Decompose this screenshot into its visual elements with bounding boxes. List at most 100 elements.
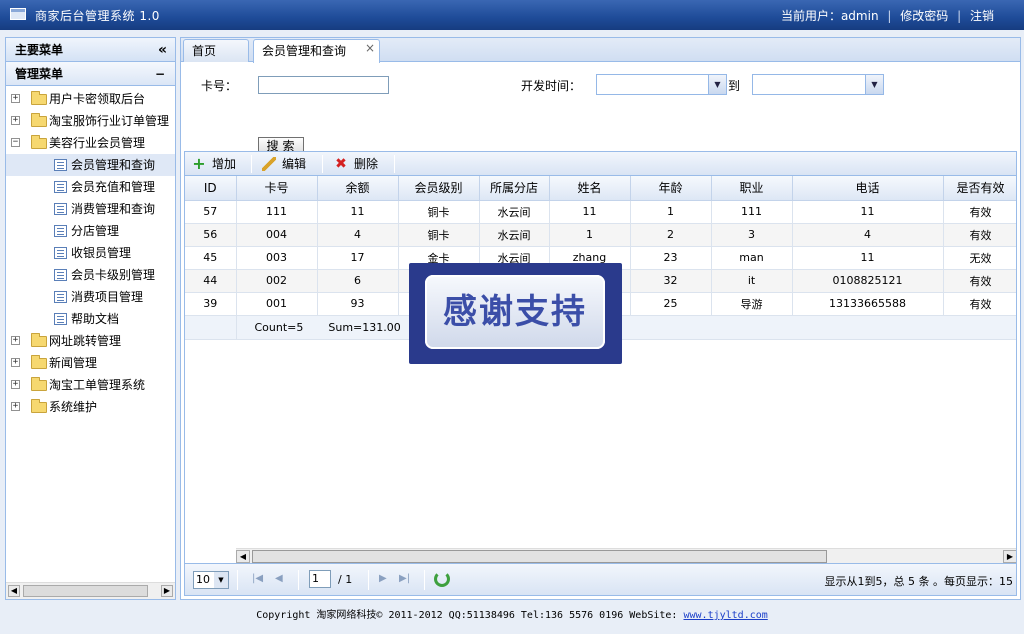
collapse-icon[interactable]: « (158, 38, 167, 62)
chevron-down-icon[interactable]: ▼ (865, 75, 883, 94)
tab-member-query[interactable]: 会员管理和查询 × (253, 39, 380, 63)
summary-spacer (185, 315, 237, 340)
document-icon (54, 203, 67, 215)
scroll-thumb[interactable] (23, 585, 148, 597)
table-row[interactable]: 56 004 4 铜卡 水云间 1 2 3 4 有效 (185, 223, 1016, 247)
tree-node-label: 美容行业会员管理 (49, 136, 146, 150)
table-cell: 003 (236, 246, 318, 270)
tree-node-user-card[interactable]: + 用户卡密领取后台 (6, 88, 175, 110)
card-number-input[interactable] (258, 76, 389, 94)
first-page-icon[interactable]: |◀ (252, 573, 263, 584)
start-date-combo[interactable]: ▼ (596, 74, 727, 95)
close-icon[interactable]: × (365, 37, 375, 59)
table-cell: 111 (711, 200, 793, 224)
expand-icon[interactable]: + (11, 358, 20, 367)
minus-icon[interactable]: − (155, 62, 165, 86)
add-button[interactable]: + 增加 (192, 156, 236, 172)
prev-page-icon[interactable]: ◀ (275, 573, 283, 584)
refresh-icon[interactable] (434, 571, 450, 587)
expand-icon[interactable]: + (11, 380, 20, 389)
manage-menu-header[interactable]: 管理菜单 − (6, 62, 175, 86)
sidebar-item-member-recharge[interactable]: 会员充值和管理 (6, 176, 175, 198)
sidebar-item-label: 收银员管理 (71, 246, 132, 260)
total-pages: / 1 (338, 573, 353, 586)
page-size-select[interactable]: 10 ▼ (193, 571, 229, 589)
scroll-left-icon[interactable]: ◀ (236, 550, 250, 563)
column-header[interactable]: 卡号 (236, 176, 318, 201)
tab-strip: 首页 会员管理和查询 × (181, 38, 1020, 63)
chevron-down-icon[interactable]: ▼ (708, 75, 726, 94)
sidebar-item-cashiers[interactable]: 收银员管理 (6, 242, 175, 264)
scroll-thumb[interactable] (252, 550, 827, 563)
sidebar-item-label: 消费项目管理 (71, 290, 144, 304)
column-header[interactable]: 所属分店 (479, 176, 550, 201)
scroll-right-icon[interactable]: ▶ (1003, 550, 1016, 563)
column-header[interactable]: 是否有效 (943, 176, 1016, 201)
scroll-right-icon[interactable]: ▶ (161, 585, 173, 597)
end-date-combo[interactable]: ▼ (752, 74, 884, 95)
sidebar-item-card-levels[interactable]: 会员卡级别管理 (6, 264, 175, 286)
expand-icon[interactable]: + (11, 116, 20, 125)
tree-node-label: 网址跳转管理 (49, 334, 122, 348)
tree-node-beauty-members[interactable]: − 美容行业会员管理 (6, 132, 175, 154)
member-grid: + 增加 编辑 ✖ 删除 ID 卡号 余额 会员级别 所属分店 姓名 年龄 职业… (184, 151, 1017, 596)
expand-icon[interactable]: + (11, 336, 20, 345)
table-cell: 有效 (943, 223, 1016, 247)
page-info: 显示从1到5，总 5 条 。每页显示：15 (824, 575, 1013, 588)
column-header[interactable]: 姓名 (549, 176, 631, 201)
expand-icon[interactable]: + (11, 94, 20, 103)
table-cell: 111 (236, 200, 318, 224)
sidebar-item-help[interactable]: 帮助文档 (6, 308, 175, 330)
column-header[interactable]: 会员级别 (398, 176, 480, 201)
top-bar: 商家后台管理系统 1.0 当前用户：admin | 修改密码 | 注销 (0, 0, 1024, 30)
last-page-icon[interactable]: ▶| (399, 573, 410, 584)
tree-node-news[interactable]: + 新闻管理 (6, 352, 175, 374)
page-number-input[interactable]: 1 (309, 570, 331, 588)
folder-icon (31, 355, 47, 369)
sidebar-item-branches[interactable]: 分店管理 (6, 220, 175, 242)
expand-icon[interactable]: + (11, 402, 20, 411)
table-cell: 11 (792, 200, 944, 224)
table-cell: 001 (236, 292, 318, 316)
table-cell: 水云间 (479, 200, 550, 224)
tree-node-url-redirect[interactable]: + 网址跳转管理 (6, 330, 175, 352)
sidebar-item-consumption[interactable]: 消费管理和查询 (6, 198, 175, 220)
sidebar-item-member-query[interactable]: 会员管理和查询 (6, 154, 175, 176)
collapse-node-icon[interactable]: − (11, 138, 20, 147)
pager-separator (368, 570, 369, 590)
change-password-link[interactable]: 修改密码 (900, 7, 948, 24)
column-header[interactable]: 余额 (317, 176, 399, 201)
next-page-icon[interactable]: ▶ (379, 573, 387, 584)
user-bar: 当前用户：admin | 修改密码 | 注销 (781, 7, 994, 24)
menu-tree: + 用户卡密领取后台 + 淘宝服饰行业订单管理 − 美容行业会员管理 会员管理和… (6, 86, 175, 418)
table-cell: 11 (792, 246, 944, 270)
edit-button[interactable]: 编辑 (262, 156, 306, 172)
column-header[interactable]: 电话 (792, 176, 944, 201)
main-menu-header: 主要菜单 « (6, 38, 175, 62)
tree-node-taobao-tickets[interactable]: + 淘宝工单管理系统 (6, 374, 175, 396)
grid-hscrollbar[interactable]: ◀ ▶ (236, 548, 1016, 564)
table-cell: 有效 (943, 200, 1016, 224)
tree-node-system[interactable]: + 系统维护 (6, 396, 175, 418)
tree-node-taobao-orders[interactable]: + 淘宝服饰行业订单管理 (6, 110, 175, 132)
scroll-left-icon[interactable]: ◀ (8, 585, 20, 597)
summary-cell: Count=5 Sum=131.00 (236, 315, 1016, 340)
sidebar-hscrollbar[interactable]: ◀ ▶ (6, 582, 175, 599)
column-header[interactable]: ID (185, 176, 237, 201)
sidebar-item-consumption-items[interactable]: 消费项目管理 (6, 286, 175, 308)
table-cell: 1 (549, 223, 631, 247)
thanks-badge-text: 感谢支持 (425, 275, 605, 349)
sidebar: 主要菜单 « 管理菜单 − + 用户卡密领取后台 + 淘宝服饰行业订单管理 − … (5, 37, 176, 600)
logout-link[interactable]: 注销 (970, 7, 994, 24)
delete-button[interactable]: ✖ 删除 (334, 156, 378, 172)
tab-home[interactable]: 首页 (183, 39, 249, 62)
column-header[interactable]: 年龄 (630, 176, 712, 201)
column-header[interactable]: 职业 (711, 176, 793, 201)
chevron-down-icon[interactable]: ▼ (214, 572, 228, 588)
table-cell: 有效 (943, 292, 1016, 316)
table-row[interactable]: 57 111 11 铜卡 水云间 11 1 111 11 有效 (185, 200, 1016, 224)
toolbar-separator (322, 155, 323, 173)
table-cell: 23 (630, 246, 712, 270)
table-cell: 56 (185, 223, 237, 247)
website-link[interactable]: www.tjyltd.com (683, 610, 767, 621)
